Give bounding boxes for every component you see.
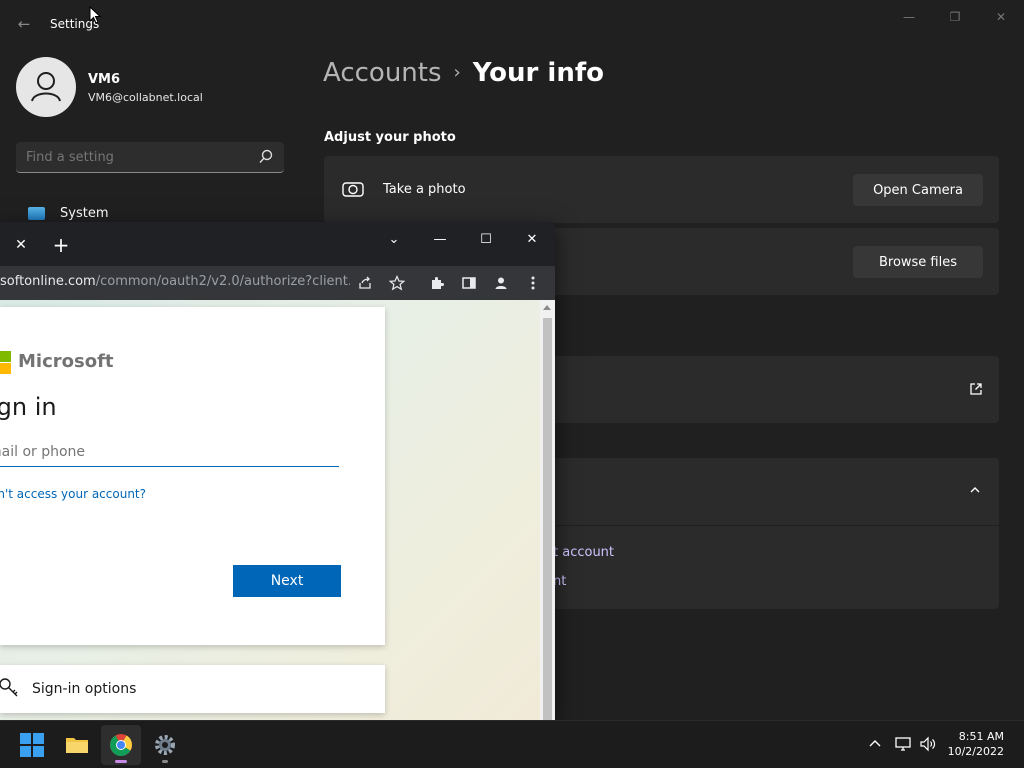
mouse-cursor-icon: [89, 6, 101, 24]
share-icon[interactable]: [357, 275, 373, 291]
extensions-icon[interactable]: [429, 275, 445, 291]
take-photo-label: Take a photo: [383, 182, 466, 197]
scroll-up-arrow-icon[interactable]: [543, 305, 551, 310]
url-path: /common/oauth2/v2.0/authorize?client...: [95, 274, 350, 289]
taskbar: 8:51 AM 10/2/2022: [0, 720, 1024, 768]
signin-options-label: Sign-in options: [32, 681, 137, 697]
take-photo-card: Take a photo Open Camera: [324, 156, 999, 223]
clock-time: 8:51 AM: [958, 730, 1004, 743]
open-app-indicator: [162, 760, 168, 763]
external-link-icon: [970, 383, 982, 395]
minimize-icon[interactable]: —: [420, 226, 460, 254]
breadcrumb-accounts[interactable]: Accounts: [323, 58, 442, 88]
tab-strip: ✕ + ⌄ — ☐ ✕: [0, 222, 555, 266]
cant-access-link[interactable]: an't access your account?: [0, 487, 146, 501]
volume-icon[interactable]: [919, 735, 937, 753]
file-explorer-button[interactable]: [57, 725, 97, 765]
email-field[interactable]: [0, 437, 339, 467]
chevron-up-icon[interactable]: [866, 735, 884, 753]
address-bar[interactable]: softonline.com/common/oauth2/v2.0/author…: [0, 274, 350, 289]
windows-logo-icon: [20, 733, 44, 757]
camera-icon: [342, 182, 364, 197]
breadcrumb: Accounts › Your info: [323, 58, 604, 88]
user-name: VM6: [88, 72, 121, 87]
next-button[interactable]: Next: [233, 565, 341, 597]
page-viewport: Microsoft ign in an't access your accoun…: [0, 300, 540, 720]
microsoft-logo-icon: [0, 351, 11, 374]
settings-titlebar: ← Settings — ❐ ✕: [0, 0, 1024, 48]
clock[interactable]: 8:51 AM 10/2/2022: [948, 729, 1004, 759]
back-arrow-icon[interactable]: ←: [14, 14, 34, 34]
partial-link-1[interactable]: t account: [553, 545, 614, 560]
network-icon[interactable]: [894, 735, 912, 753]
browse-files-button[interactable]: Browse files: [853, 246, 983, 278]
tab-search-icon[interactable]: ⌄: [374, 226, 414, 254]
start-button[interactable]: [12, 725, 52, 765]
signin-options-button[interactable]: Sign-in options: [0, 665, 385, 713]
minimize-icon[interactable]: —: [889, 6, 929, 28]
search-input[interactable]: [16, 142, 246, 172]
scroll-thumb[interactable]: [543, 318, 552, 720]
active-app-indicator: [115, 760, 127, 763]
user-email: VM6@collabnet.local: [88, 91, 203, 104]
open-camera-button[interactable]: Open Camera: [853, 174, 983, 206]
settings-taskbar-button[interactable]: [145, 725, 185, 765]
partial-link-2[interactable]: nt: [553, 574, 566, 589]
person-icon: [31, 72, 61, 102]
clock-date: 10/2/2022: [947, 745, 1004, 758]
avatar: [16, 57, 76, 117]
chrome-taskbar-button[interactable]: [101, 725, 141, 765]
browser-toolbar: softonline.com/common/oauth2/v2.0/author…: [0, 266, 555, 300]
page-title: Your info: [472, 58, 605, 88]
close-icon[interactable]: ✕: [512, 226, 552, 254]
scrollbar[interactable]: [540, 300, 555, 720]
breadcrumb-separator: ›: [453, 62, 461, 83]
signin-card: Microsoft ign in an't access your accoun…: [0, 307, 385, 645]
close-icon[interactable]: ✕: [981, 6, 1021, 28]
url-host: softonline.com: [0, 274, 96, 289]
maximize-icon[interactable]: ☐: [466, 226, 506, 254]
section-title-photo: Adjust your photo: [324, 130, 456, 145]
sidebar-item-label: System: [60, 206, 109, 221]
tab-close-icon[interactable]: ✕: [12, 236, 30, 254]
restore-icon[interactable]: ❐: [935, 6, 975, 28]
chrome-icon: [110, 734, 132, 756]
key-icon: [0, 678, 18, 697]
chrome-window: ✕ + ⌄ — ☐ ✕ softonline.com/common/oauth2…: [0, 222, 555, 720]
new-tab-icon[interactable]: +: [50, 234, 72, 256]
gear-icon: [155, 735, 175, 755]
search-box[interactable]: [16, 142, 284, 173]
profile-icon[interactable]: [493, 275, 509, 291]
monitor-icon: [28, 207, 45, 220]
folder-icon: [66, 738, 88, 753]
signin-title: ign in: [0, 393, 57, 421]
search-icon[interactable]: [258, 149, 274, 165]
bookmark-star-icon[interactable]: [389, 275, 405, 291]
side-panel-icon[interactable]: [461, 275, 477, 291]
brand-name: Microsoft: [18, 351, 114, 372]
more-menu-icon[interactable]: [525, 275, 541, 291]
chevron-up-icon[interactable]: [969, 484, 981, 496]
